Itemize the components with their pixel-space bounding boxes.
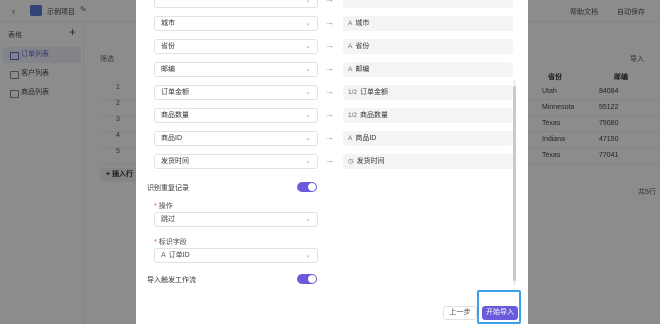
target-field: 1/2 订单金额 [343,85,513,100]
source-field-value: 商品ID [161,135,182,142]
operation-select[interactable]: 跳过 ⌄ [154,212,318,227]
target-field-label: 商品数量 [360,112,389,119]
chevron-down-icon: ⌄ [305,112,311,119]
chevron-down-icon: ⌄ [305,135,311,142]
source-field-select[interactable]: 发货时间 ⌄ [154,154,318,169]
target-field: ◷ 发货时间 [343,154,513,169]
dedupe-label: 识别重复记录 [147,185,189,192]
required-mark: * [154,239,157,246]
arrow-right-icon: → [325,155,334,165]
arrow-right-icon: → [325,40,334,50]
target-field: A 商品ID [343,131,513,146]
source-field-value: 商品数量 [161,112,189,119]
key-field-select[interactable]: A 订单ID ⌄ [154,248,318,263]
start-import-button[interactable]: 开始导入 [482,306,518,320]
target-field: A 省份 [343,39,513,54]
target-field [343,0,513,8]
source-field-select[interactable]: 邮编 ⌄ [154,62,318,77]
text-field-icon: A [348,135,353,142]
previous-step-button[interactable]: 上一步 [443,306,477,320]
source-field-value: 邮编 [161,66,175,73]
chevron-down-icon: ⌄ [305,66,311,73]
text-field-icon: A [348,20,353,27]
chevron-down-icon: ⌄ [305,216,311,223]
target-field: A 城市 [343,16,513,31]
target-field-label: 商品ID [355,135,377,142]
scrollbar-thumb[interactable] [513,86,516,281]
clock-icon: ◷ [348,158,354,165]
target-field: A 邮编 [343,62,513,77]
dedupe-toggle[interactable] [297,182,317,192]
source-field-select[interactable]: 商品ID ⌄ [154,131,318,146]
arrow-right-icon: → [325,17,334,27]
chevron-down-icon: ⌄ [305,43,311,50]
number-field-icon: 1/2 [348,112,358,119]
trigger-workflow-label: 导入触发工作流 [147,277,196,284]
source-field-value: 省份 [161,43,175,50]
source-field-select[interactable]: 商品数量 ⌄ [154,108,318,123]
source-field-select[interactable]: 省份 ⌄ [154,39,318,54]
key-field-value: 订单ID [168,252,190,259]
text-field-icon: A [348,66,353,73]
source-field-value: 订单金额 [161,89,189,96]
key-field-label: * 标识字段 [154,237,187,247]
source-field-value [161,0,163,4]
operation-value: 跳过 [161,216,175,223]
arrow-right-icon: → [325,132,334,142]
arrow-right-icon: → [325,63,334,73]
text-field-icon: A [161,252,166,259]
source-field-select[interactable]: 订单金额 ⌄ [154,85,318,100]
key-field-label-text: 标识字段 [158,239,187,246]
target-field-label: 邮编 [355,66,370,73]
required-mark: * [154,203,157,210]
source-field-select[interactable]: 城市 ⌄ [154,16,318,31]
trigger-workflow-toggle[interactable] [297,274,317,284]
chevron-down-icon: ⌄ [305,0,311,4]
chevron-down-icon: ⌄ [305,20,311,27]
target-field: 1/2 商品数量 [343,108,513,123]
target-field-label: 省份 [355,43,370,50]
text-field-icon: A [348,43,353,50]
arrow-right-icon: → [325,0,334,4]
target-field-label: 订单金额 [360,89,389,96]
chevron-down-icon: ⌄ [305,158,311,165]
target-field-label: 城市 [355,20,370,27]
source-field-value: 城市 [161,20,175,27]
operation-label-text: 操作 [158,203,173,210]
number-field-icon: 1/2 [348,89,358,96]
chevron-down-icon: ⌄ [305,89,311,96]
chevron-down-icon: ⌄ [305,252,311,259]
operation-label: * 操作 [154,201,173,211]
source-field-select[interactable]: ⌄ [154,0,318,8]
import-dialog: ⌄ → 城市⌄ → A城市 省份⌄ → A省份 邮编⌄ → A邮编 订单金额⌄ … [136,0,528,324]
target-field-label: 发货时间 [356,158,385,165]
source-field-value: 发货时间 [161,158,189,165]
arrow-right-icon: → [325,86,334,96]
arrow-right-icon: → [325,109,334,119]
